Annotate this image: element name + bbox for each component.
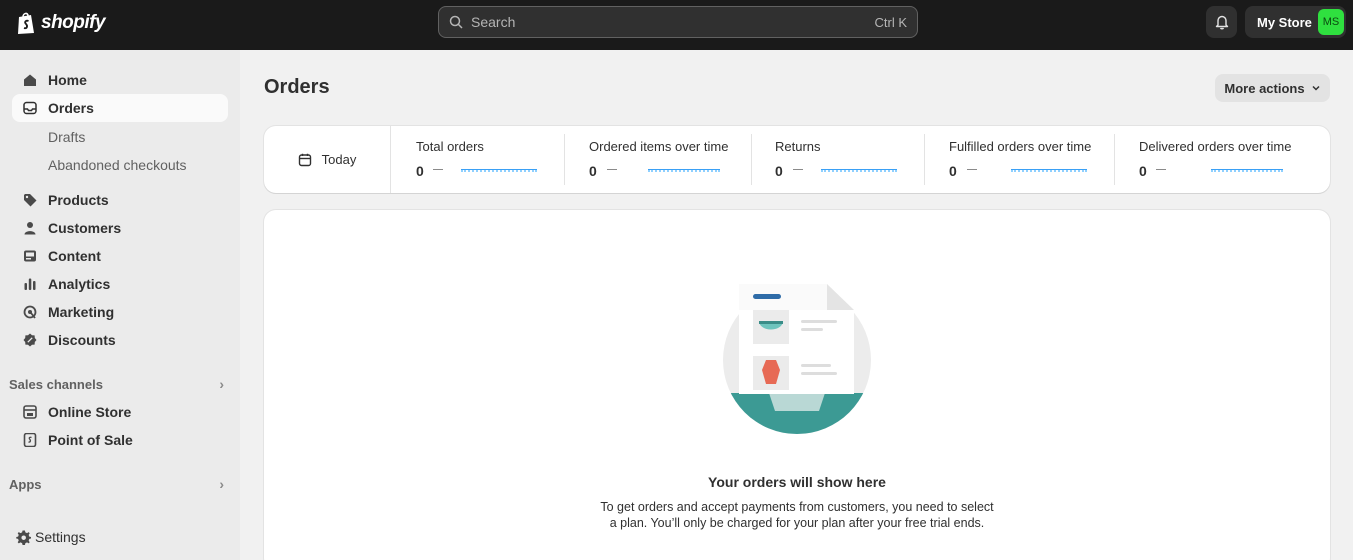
sales-channels-header[interactable]: Sales channels › <box>9 376 224 392</box>
metric-label: Ordered items over time <box>589 139 729 154</box>
store-menu-button[interactable]: My Store MS <box>1245 6 1346 38</box>
search-icon <box>449 15 463 29</box>
metric-value: 0 <box>775 163 783 179</box>
person-icon <box>12 221 48 235</box>
sidebar-item-point-of-sale[interactable]: Point of Sale <box>12 426 228 454</box>
sparkline <box>648 169 720 172</box>
sidebar-item-home[interactable]: Home <box>12 66 228 94</box>
discount-icon <box>12 333 48 347</box>
metric-total-orders[interactable]: Total orders 0 <box>391 126 564 193</box>
sidebar-item-label: Marketing <box>48 304 115 320</box>
notifications-button[interactable] <box>1206 6 1237 38</box>
sidebar-item-label: Discounts <box>48 332 116 348</box>
trend-dash <box>607 169 617 170</box>
image-icon <box>12 249 48 263</box>
target-icon <box>12 305 48 319</box>
metric-value: 0 <box>949 163 957 179</box>
sidebar-item-content[interactable]: Content <box>12 242 228 270</box>
trend-dash <box>1156 169 1166 170</box>
apps-header[interactable]: Apps › <box>9 476 224 492</box>
sparkline <box>1011 169 1087 172</box>
metric-returns[interactable]: Returns 0 <box>751 126 924 193</box>
home-icon <box>12 73 48 87</box>
empty-state-description: To get orders and accept payments from c… <box>600 500 994 530</box>
empty-state-title: Your orders will show here <box>708 474 886 490</box>
chevron-right-icon: › <box>219 376 224 392</box>
avatar: MS <box>1318 9 1344 35</box>
sidebar-item-label: Products <box>48 192 109 208</box>
metric-value: 0 <box>1139 163 1147 179</box>
sidebar-item-discounts[interactable]: Discounts <box>12 326 228 354</box>
sparkline <box>1211 169 1283 172</box>
metric-value: 0 <box>416 163 424 179</box>
page-title: Orders <box>264 76 330 98</box>
tag-icon <box>12 193 48 207</box>
metrics-bar: Today Total orders 0 Ordered items over … <box>264 126 1330 193</box>
sidebar-item-products[interactable]: Products <box>12 186 228 214</box>
apps-label: Apps <box>9 476 42 492</box>
orders-empty-state-card: Your orders will show here To get orders… <box>264 210 1330 560</box>
sidebar-item-online-store[interactable]: Online Store <box>12 398 228 426</box>
shopify-logo[interactable]: shopify <box>16 10 106 36</box>
sidebar-item-marketing[interactable]: Marketing <box>12 298 228 326</box>
chevron-down-icon <box>1312 85 1320 91</box>
sidebar-item-settings[interactable]: Settings <box>5 523 221 551</box>
more-actions-button[interactable]: More actions <box>1215 74 1330 102</box>
sidebar-subitem-abandoned-checkouts[interactable]: Abandoned checkouts <box>48 157 187 173</box>
sidebar-item-label: Home <box>48 72 87 88</box>
store-icon <box>12 405 48 419</box>
sidebar-item-label: Orders <box>48 100 94 116</box>
metric-label: Delivered orders over time <box>1139 139 1292 154</box>
metric-ordered-items[interactable]: Ordered items over time 0 <box>564 126 751 193</box>
trend-dash <box>433 169 443 170</box>
sidebar-item-label: Customers <box>48 220 122 236</box>
sidebar-item-label: Online Store <box>48 404 132 420</box>
top-bar: shopify Search Ctrl K My Store MS <box>0 0 1353 50</box>
date-filter-label: Today <box>321 152 357 167</box>
date-filter-button[interactable]: Today <box>264 126 391 193</box>
search-placeholder: Search <box>471 14 516 30</box>
metric-delivered-orders[interactable]: Delivered orders over time 0 <box>1114 126 1330 193</box>
orders-icon <box>12 101 48 115</box>
shopify-bag-icon <box>18 12 34 34</box>
calendar-icon <box>298 153 311 166</box>
chevron-right-icon: › <box>219 476 224 492</box>
orders-illustration <box>723 284 871 434</box>
sidebar-item-customers[interactable]: Customers <box>12 214 228 242</box>
sidebar: Home Orders Drafts Abandoned checkouts P… <box>0 50 240 560</box>
sidebar-item-analytics[interactable]: Analytics <box>12 270 228 298</box>
more-actions-label: More actions <box>1224 80 1305 96</box>
bar-chart-icon <box>12 277 48 291</box>
metric-label: Fulfilled orders over time <box>949 139 1092 154</box>
search-input[interactable]: Search Ctrl K <box>438 6 918 38</box>
sales-channels-label: Sales channels <box>9 376 103 392</box>
pos-icon <box>12 433 48 447</box>
sparkline <box>461 169 537 172</box>
sidebar-item-label: Analytics <box>48 276 111 292</box>
trend-dash <box>967 169 977 170</box>
metric-value: 0 <box>589 163 597 179</box>
sidebar-item-label: Point of Sale <box>48 432 133 448</box>
sparkline <box>821 169 897 172</box>
sidebar-item-label: Content <box>48 248 101 264</box>
sidebar-item-orders[interactable]: Orders <box>12 94 228 122</box>
search-shortcut: Ctrl K <box>874 14 908 30</box>
bell-icon <box>1215 15 1228 30</box>
sidebar-item-label: Settings <box>35 529 86 545</box>
trend-dash <box>793 169 803 170</box>
metric-fulfilled-orders[interactable]: Fulfilled orders over time 0 <box>924 126 1114 193</box>
sidebar-subitem-drafts[interactable]: Drafts <box>48 129 85 145</box>
store-name: My Store <box>1257 14 1312 30</box>
logo-text: shopify <box>41 12 106 33</box>
metric-label: Returns <box>775 139 821 154</box>
metric-label: Total orders <box>416 139 484 154</box>
